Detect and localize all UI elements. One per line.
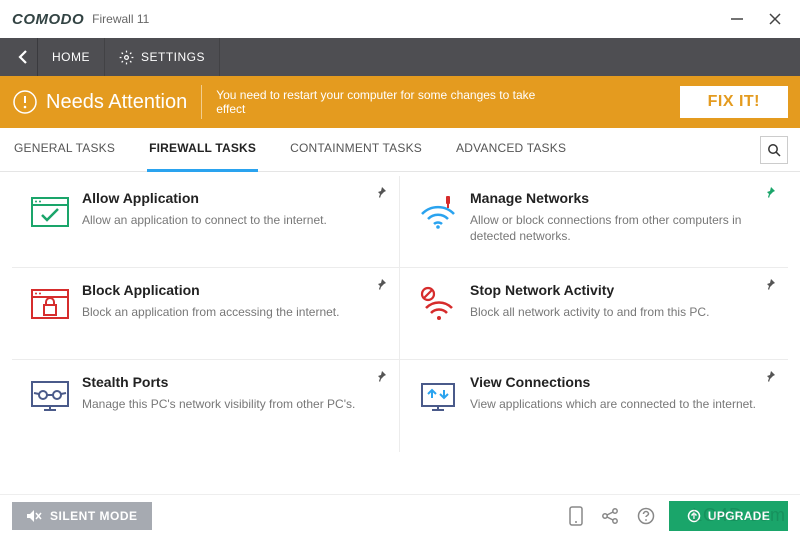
brand-logo: COMODO	[12, 11, 84, 28]
chevron-left-icon	[17, 49, 29, 65]
attention-bar: Needs Attention You need to restart your…	[0, 76, 800, 128]
tab-firewall-tasks[interactable]: FIREWALL TASKS	[147, 128, 258, 172]
allow-icon	[26, 190, 74, 253]
navbar: HOME SETTINGS	[0, 38, 800, 76]
card-stop-network-activity[interactable]: Stop Network Activity Block all network …	[400, 268, 788, 360]
card-title: Stop Network Activity	[470, 282, 772, 298]
product-name: Firewall 11	[92, 12, 149, 26]
fix-it-button[interactable]: FIX IT!	[680, 86, 788, 118]
stealth-icon	[26, 374, 74, 438]
card-title: Allow Application	[82, 190, 383, 206]
alert-icon	[12, 89, 38, 115]
back-button[interactable]	[8, 38, 38, 76]
pin-icon[interactable]	[764, 370, 776, 382]
block-icon	[26, 282, 74, 345]
gear-icon	[119, 50, 134, 65]
connections-icon	[414, 374, 462, 438]
mobile-icon[interactable]	[569, 506, 583, 526]
pin-icon[interactable]	[375, 278, 387, 290]
pin-icon[interactable]	[375, 186, 387, 198]
close-button[interactable]	[766, 10, 784, 28]
pin-icon[interactable]	[764, 278, 776, 290]
nav-settings[interactable]: SETTINGS	[105, 38, 220, 76]
upgrade-button[interactable]: UPGRADE	[669, 501, 788, 531]
card-stealth-ports[interactable]: Stealth Ports Manage this PC's network v…	[12, 360, 400, 452]
window-controls	[728, 10, 790, 28]
card-desc: Block all network activity to and from t…	[470, 304, 772, 320]
pin-icon[interactable]	[764, 186, 776, 198]
upgrade-icon	[687, 509, 701, 523]
tab-containment-tasks[interactable]: CONTAINMENT TASKS	[288, 128, 424, 172]
mute-icon	[26, 509, 42, 523]
card-desc: Block an application from accessing the …	[82, 304, 383, 320]
home-label: HOME	[52, 50, 90, 64]
settings-label: SETTINGS	[141, 50, 205, 64]
tab-general-tasks[interactable]: GENERAL TASKS	[12, 128, 117, 172]
silent-mode-button[interactable]: SILENT MODE	[12, 502, 152, 530]
search-icon	[767, 143, 781, 157]
silent-mode-label: SILENT MODE	[50, 509, 138, 523]
card-desc: View applications which are connected to…	[470, 396, 772, 412]
tasks-grid: Allow Application Allow an application t…	[0, 172, 800, 460]
card-title: Stealth Ports	[82, 374, 383, 390]
minimize-button[interactable]	[728, 10, 746, 28]
card-title: Block Application	[82, 282, 383, 298]
tab-advanced-tasks[interactable]: ADVANCED TASKS	[454, 128, 568, 172]
card-desc: Allow an application to connect to the i…	[82, 212, 383, 228]
pin-icon[interactable]	[375, 370, 387, 382]
card-title: View Connections	[470, 374, 772, 390]
card-block-application[interactable]: Block Application Block an application f…	[12, 268, 400, 360]
card-allow-application[interactable]: Allow Application Allow an application t…	[12, 176, 400, 268]
nav-home[interactable]: HOME	[38, 38, 105, 76]
attention-title: Needs Attention	[46, 85, 202, 119]
help-icon[interactable]	[637, 507, 655, 525]
card-desc: Allow or block connections from other co…	[470, 212, 772, 244]
attention-message: You need to restart your computer for so…	[216, 88, 556, 116]
search-button[interactable]	[760, 136, 788, 164]
share-icon[interactable]	[601, 507, 619, 525]
bottom-icons	[569, 506, 655, 526]
wifi-icon	[414, 190, 462, 253]
card-title: Manage Networks	[470, 190, 772, 206]
card-manage-networks[interactable]: Manage Networks Allow or block connectio…	[400, 176, 788, 268]
titlebar: COMODO Firewall 11	[0, 0, 800, 38]
card-view-connections[interactable]: View Connections View applications which…	[400, 360, 788, 452]
upgrade-label: UPGRADE	[708, 509, 770, 523]
stop-network-icon	[414, 282, 462, 345]
tabs-row: GENERAL TASKS FIREWALL TASKS CONTAINMENT…	[0, 128, 800, 172]
bottom-bar: SILENT MODE UPGRADE	[0, 494, 800, 536]
card-desc: Manage this PC's network visibility from…	[82, 396, 383, 412]
